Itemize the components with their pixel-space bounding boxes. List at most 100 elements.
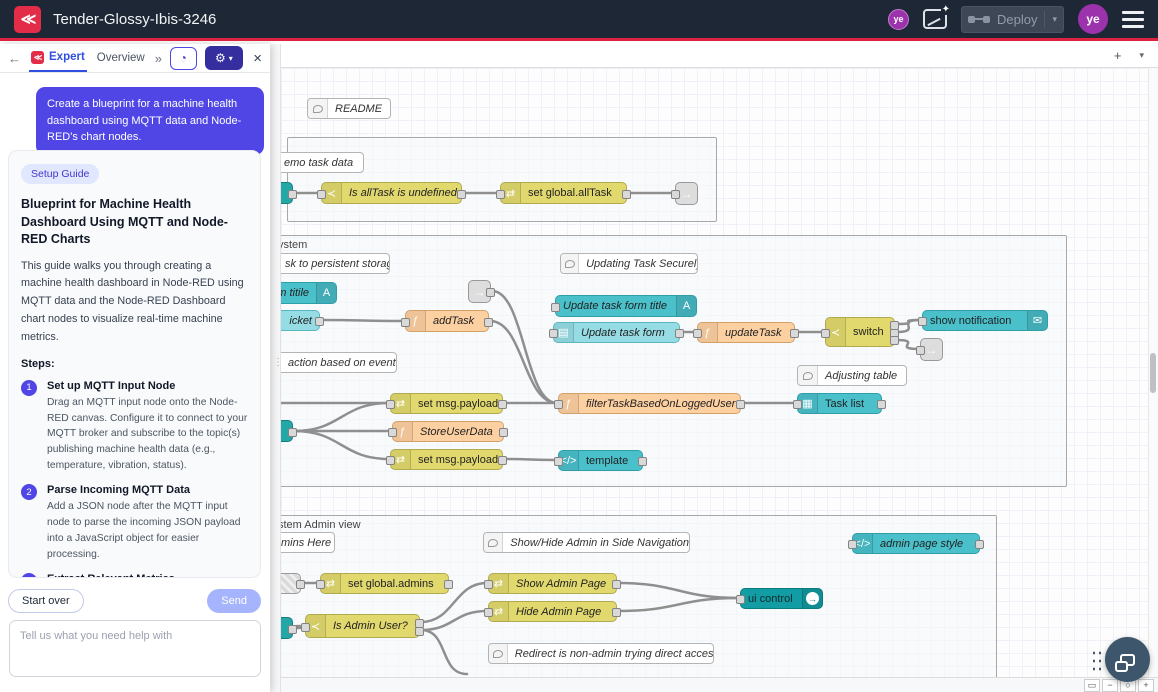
comment-node[interactable]: Show/Hide Admin in Side Navigation	[483, 532, 690, 553]
input-port[interactable]	[549, 329, 558, 338]
flow-node-stub-teal[interactable]	[281, 420, 293, 442]
flow-node-is-alltask-is-undefined[interactable]: ≺Is allTask is undefined	[321, 182, 462, 204]
user-avatar[interactable]: ye	[1078, 4, 1108, 34]
comment-node[interactable]: Redirect is non-admin trying direct acce…	[488, 643, 714, 664]
zoom-in-button[interactable]: +	[1138, 679, 1154, 692]
input-port[interactable]	[386, 456, 395, 465]
flow-node-stub-hash[interactable]	[281, 573, 301, 594]
deploy-button[interactable]: Deploy ▾	[961, 6, 1064, 33]
flow-node-set-global-admins[interactable]: ⇄set global.admins	[320, 573, 449, 594]
flow-node-set-msg-payload[interactable]: ⇄set msg.payload	[390, 449, 503, 470]
tab-expert[interactable]: ≪ Expert	[29, 44, 87, 72]
flow-node-show-notification[interactable]: show notification✉	[922, 310, 1048, 331]
canvas-viewport[interactable]: ystemstem Admin view READMEemo task data…	[281, 68, 1158, 692]
main-menu-icon[interactable]	[1122, 11, 1144, 28]
send-button[interactable]: Send	[207, 589, 261, 613]
flow-node-set-global-alltask[interactable]: ⇄set global.allTask	[500, 182, 627, 204]
more-tabs-button[interactable]: »	[155, 51, 162, 66]
output-port[interactable]	[315, 317, 324, 326]
output-port[interactable]	[457, 190, 466, 199]
flow-node-ui-control[interactable]: ui control→	[740, 588, 823, 609]
input-port[interactable]	[386, 400, 395, 409]
flow-node-set-msg-payload[interactable]: ⇄set msg.payload	[390, 393, 503, 414]
input-port[interactable]	[848, 540, 857, 549]
comment-node[interactable]: Updating Task Securely	[560, 253, 698, 274]
close-panel-button[interactable]: ×	[253, 50, 262, 67]
collaborator-avatar[interactable]: ye	[888, 9, 909, 30]
output-port[interactable]	[486, 288, 495, 297]
flow-node-[interactable]: →	[920, 338, 943, 361]
flow-node-admin-page-style[interactable]: </>admin page style	[852, 533, 980, 554]
input-port[interactable]	[388, 428, 397, 437]
output-port[interactable]	[975, 540, 984, 549]
output-port[interactable]	[498, 456, 507, 465]
input-port[interactable]	[916, 346, 925, 355]
chat-fab-button[interactable]	[1105, 637, 1150, 682]
flow-node-is-admin-user[interactable]: ≺Is Admin User?	[305, 614, 420, 638]
add-flow-button[interactable]: +	[1114, 48, 1122, 63]
output-port[interactable]	[736, 400, 745, 409]
flow-node-[interactable]: →	[675, 182, 698, 205]
input-port[interactable]	[554, 457, 563, 466]
output-port[interactable]	[890, 336, 899, 345]
start-over-button[interactable]: Start over	[8, 589, 84, 613]
flow-node-stub-teal[interactable]	[281, 617, 293, 639]
comment-node[interactable]: action based on event	[281, 352, 397, 373]
input-port[interactable]	[317, 190, 326, 199]
comment-node[interactable]: mins Here	[281, 532, 335, 553]
output-port[interactable]	[612, 580, 621, 589]
flow-node-m-titile[interactable]: m titileA	[281, 282, 337, 304]
input-port[interactable]	[554, 400, 563, 409]
drag-handle-dots[interactable]	[1091, 649, 1103, 671]
output-port[interactable]	[296, 580, 305, 589]
input-port[interactable]	[821, 329, 830, 338]
input-port[interactable]	[736, 595, 745, 604]
settings-button[interactable]: ⚙ ▾	[205, 46, 244, 70]
flow-node-show-admin-page[interactable]: ⇄Show Admin Page	[488, 573, 617, 594]
flow-node-hide-admin-page[interactable]: ⇄Hide Admin Page	[488, 601, 617, 622]
output-port[interactable]	[444, 580, 453, 589]
assistant-input[interactable]	[9, 620, 261, 677]
flow-node-switch[interactable]: ≺switch	[825, 317, 895, 347]
input-port[interactable]	[551, 303, 560, 312]
output-port[interactable]	[499, 428, 508, 437]
output-port[interactable]	[790, 329, 799, 338]
deploy-caret-icon[interactable]: ▾	[1052, 14, 1057, 25]
input-port[interactable]	[793, 400, 802, 409]
output-port[interactable]	[288, 190, 297, 199]
vertical-scrollbar[interactable]	[1148, 68, 1158, 677]
comment-node[interactable]: README	[307, 98, 391, 119]
output-port[interactable]	[877, 400, 886, 409]
panel-resize-handle[interactable]: ⋮	[270, 44, 281, 692]
flow-node-updatetask[interactable]: ƒupdateTask	[697, 322, 795, 343]
flow-list-button[interactable]: ▾	[1139, 50, 1144, 61]
flow-node-stub-teal[interactable]	[281, 182, 293, 204]
comment-node[interactable]: emo task data	[281, 152, 364, 173]
zoom-out-button[interactable]: −	[1102, 679, 1118, 692]
input-port[interactable]	[693, 329, 702, 338]
output-port[interactable]	[498, 400, 507, 409]
back-button[interactable]: ←	[8, 51, 21, 66]
flow-node-addtask[interactable]: ƒaddTask	[405, 310, 489, 332]
input-port[interactable]	[496, 190, 505, 199]
flow-node-icket[interactable]: icket	[281, 310, 320, 331]
flow-node-[interactable]: →	[468, 280, 491, 303]
output-port[interactable]	[612, 608, 621, 617]
input-port[interactable]	[301, 623, 310, 632]
output-port[interactable]	[288, 428, 297, 437]
output-port[interactable]	[638, 457, 647, 466]
tab-overview[interactable]: Overview	[95, 44, 147, 72]
input-port[interactable]	[671, 190, 680, 199]
ai-capture-icon[interactable]: ✦	[923, 9, 947, 29]
flow-node-filtertaskbasedonloggeduser[interactable]: ƒfilterTaskBasedOnLoggedUser	[558, 393, 741, 414]
navigator-button[interactable]: ▭	[1084, 679, 1100, 692]
flow-node-task-list[interactable]: ▦Task list	[797, 393, 882, 414]
usage-chart-button[interactable]: ◔	[170, 47, 197, 70]
vertical-scrollbar-thumb[interactable]	[1150, 353, 1156, 393]
flow-node-template[interactable]: </>template	[558, 450, 643, 471]
input-port[interactable]	[401, 318, 410, 327]
input-port[interactable]	[918, 317, 927, 326]
output-port[interactable]	[288, 625, 297, 634]
output-port[interactable]	[415, 627, 424, 636]
flow-node-update-task-form[interactable]: ▤Update task form	[553, 322, 680, 343]
